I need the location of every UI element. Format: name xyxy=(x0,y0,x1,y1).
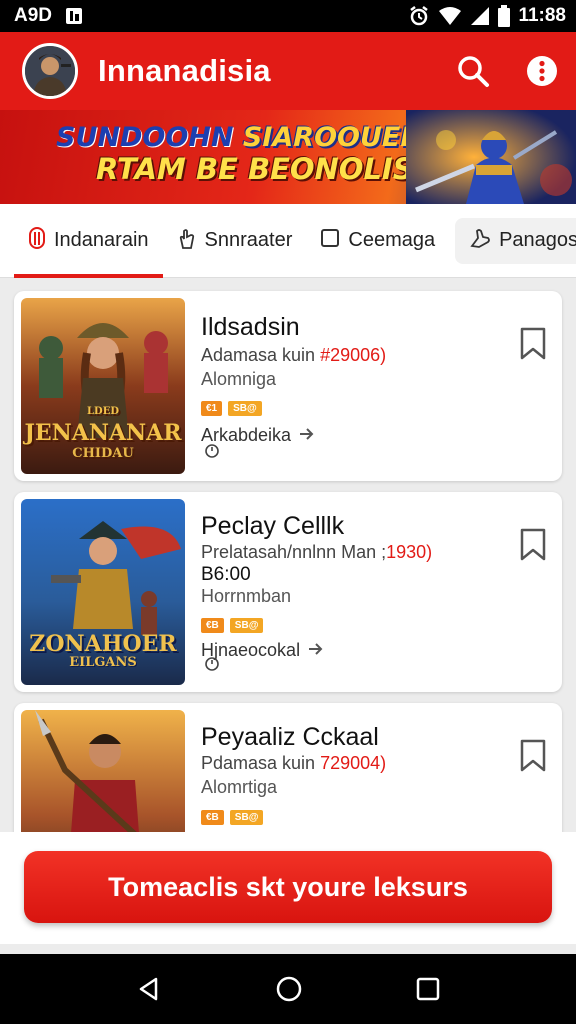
bookmark-icon[interactable] xyxy=(518,528,548,567)
card-title[interactable]: Ildsadsin xyxy=(201,313,300,342)
battery-icon xyxy=(498,5,511,27)
tag-badge: SB@ xyxy=(229,810,264,825)
tab-indanarain[interactable]: Indanarain xyxy=(14,204,163,278)
card-subtitle-text: Adamasa kuin xyxy=(201,345,316,365)
card-subtitle: Pdamasa kuin 729004) xyxy=(201,753,386,774)
game-thumbnail[interactable]: LDED JENANANAR CHIDAU xyxy=(21,298,185,474)
card-meta: Horrnmban xyxy=(201,586,292,606)
wifi-icon xyxy=(438,6,462,26)
tab-snnraater[interactable]: Snnraater xyxy=(163,204,307,278)
status-time: 11:88 xyxy=(518,5,566,26)
thumb-top-text: LDED xyxy=(87,406,119,417)
notification-icon xyxy=(64,6,84,26)
arrow-right-icon xyxy=(308,640,324,661)
more-vert-icon[interactable] xyxy=(526,55,558,87)
card-title[interactable]: Peyaaliz Cckaal xyxy=(201,723,379,752)
tab-label: Snnraater xyxy=(204,229,293,251)
tag-badge: SB@ xyxy=(228,401,262,416)
search-icon[interactable] xyxy=(456,54,490,88)
banner-line1-part2: SIAROOUEH xyxy=(242,122,423,153)
user-avatar[interactable] xyxy=(22,43,78,99)
cta-container: Tomeaclis skt youre leksurs xyxy=(0,832,576,944)
thumb-title: JENANANAR xyxy=(24,420,182,446)
recents-icon[interactable] xyxy=(416,977,440,1001)
card-tags: €1 SB@ xyxy=(201,401,262,416)
card-price-tag: 1930) xyxy=(386,542,433,562)
list-item[interactable]: LDED JENANANAR CHIDAU Ildsadsin Adamasa … xyxy=(14,291,562,481)
card-price: B6:00 xyxy=(201,564,251,585)
card-subtitle-text: Prelatasah/nnlnn Man ; xyxy=(201,542,387,562)
app-screen: A9D 11:88 Innanadisia SUNDOOHN SIAROOUEH… xyxy=(0,0,576,1024)
card-title[interactable]: Peclay Celllk xyxy=(201,512,344,541)
category-tabs: Indanarain Snnraater Ceemaga Panagos· xyxy=(0,204,576,278)
signal-icon xyxy=(470,6,490,26)
primary-cta-button[interactable]: Tomeaclis skt youre leksurs xyxy=(24,851,552,923)
tag-badge: €B xyxy=(201,618,224,633)
banner-headline: SUNDOOHN SIAROOUEH RTAM BE BEONOLIS xyxy=(56,122,423,186)
tag-badge: SB@ xyxy=(229,618,264,633)
system-nav-bar xyxy=(0,954,576,1024)
tab-label: Indanarain xyxy=(54,229,149,251)
card-meta: Alomrtiga xyxy=(201,777,278,797)
card-subtitle: Prelatasah/nnlnn Man ;1930) xyxy=(201,542,432,563)
promo-banner[interactable]: SUNDOOHN SIAROOUEH RTAM BE BEONOLIS xyxy=(0,110,576,204)
bookmark-icon[interactable] xyxy=(518,739,548,778)
arrow-right-icon xyxy=(299,425,315,446)
tag-badge: €B xyxy=(201,810,224,825)
home-icon[interactable] xyxy=(275,975,303,1003)
back-icon[interactable] xyxy=(136,976,162,1002)
status-carrier-text: A9D xyxy=(14,5,53,26)
app-title: Innanadisia xyxy=(98,53,271,88)
card-subtitle: Adamasa kuin #29006) xyxy=(201,345,386,366)
clock-icon xyxy=(204,656,220,677)
card-price-tag: #29006) xyxy=(320,345,387,365)
clock-icon xyxy=(204,443,220,464)
card-subtitle-text: Pdamasa kuin xyxy=(201,753,316,773)
banner-line2: RTAM BE BEONOLIS xyxy=(96,152,414,187)
bookmark-icon[interactable] xyxy=(518,327,548,366)
status-bar: A9D 11:88 xyxy=(0,0,576,32)
pointer-icon xyxy=(469,227,491,255)
warrior-illustration xyxy=(406,110,576,204)
hand-icon xyxy=(177,227,197,255)
thumb-title: ZONAHOER xyxy=(29,631,177,657)
card-tags: €B SB@ xyxy=(201,810,264,825)
card-price-tag: 729004) xyxy=(320,753,387,773)
square-icon xyxy=(320,228,340,254)
tag-badge: €1 xyxy=(201,401,223,416)
tab-ceemaga[interactable]: Ceemaga xyxy=(306,204,449,278)
thumb-subtitle: CHIDAU xyxy=(72,446,134,461)
game-thumbnail[interactable]: ZONAHOER EILGANS xyxy=(21,499,185,685)
card-meta: Alomniga xyxy=(201,369,277,389)
banner-line1-part1: SUNDOOHN xyxy=(56,122,234,153)
list-item[interactable]: ZONAHOER EILGANS Peclay Celllk Prelatasa… xyxy=(14,492,562,692)
alarm-icon xyxy=(408,5,430,27)
tab-panagos[interactable]: Panagos· xyxy=(455,217,576,264)
app-bar: Innanadisia xyxy=(0,32,576,110)
card-tags: €B SB@ xyxy=(201,618,264,633)
tab-label: Panagos· xyxy=(499,229,576,251)
pill-icon xyxy=(28,226,46,255)
thumb-subtitle: EILGANS xyxy=(69,655,137,670)
tab-label: Ceemaga xyxy=(348,229,436,251)
